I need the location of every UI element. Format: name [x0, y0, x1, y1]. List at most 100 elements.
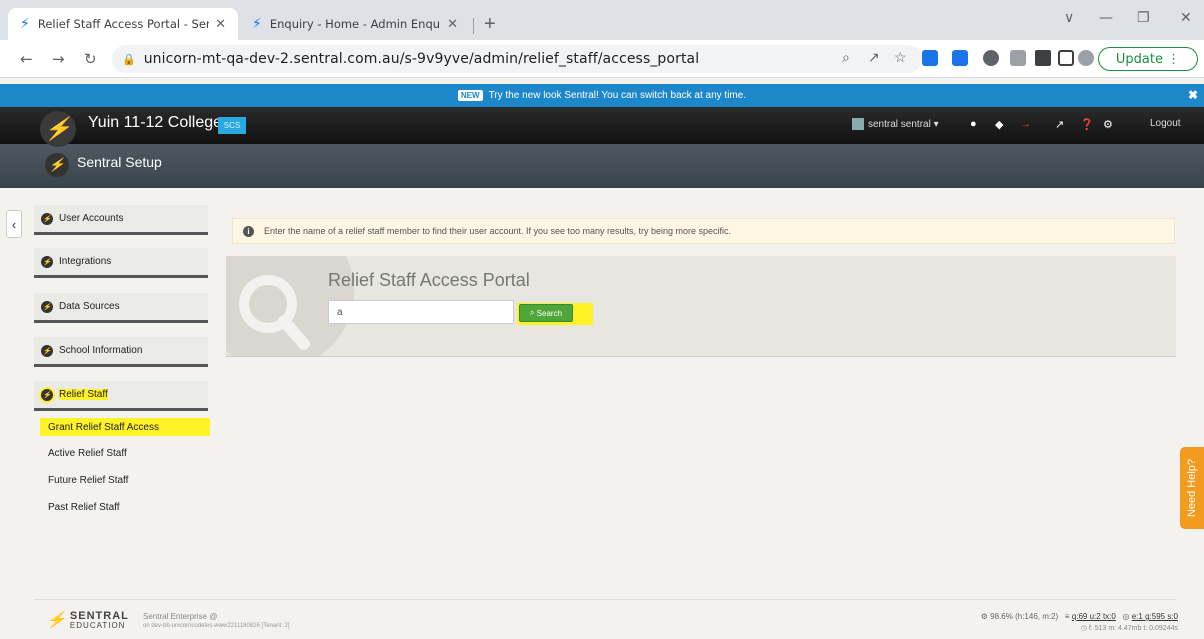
stats-cpu: 98.6%	[990, 612, 1013, 621]
sentral-bullet-icon: ⚡	[41, 344, 53, 357]
minimize-button[interactable]: —	[1099, 10, 1113, 26]
camera-extension-icon[interactable]	[1010, 50, 1026, 66]
zoom-icon[interactable]: ⌕	[842, 49, 850, 66]
sentral-logo[interactable]: ⚡	[40, 111, 76, 147]
user-avatar-icon	[852, 118, 864, 130]
sentral-bullet-icon: ⚡	[41, 212, 53, 225]
cache-icon: ◎	[1122, 612, 1130, 621]
stats-timing: f: 513 m: 4.47mb t: 0.09244s	[1088, 625, 1178, 632]
sentral-mark-icon: ⚡	[46, 612, 66, 629]
chat-icon[interactable]: ●	[970, 118, 977, 130]
sentral-favicon-icon: ⚡	[20, 16, 30, 32]
tab-title: Relief Staff Access Portal - Sentra	[37, 17, 209, 31]
browser-tab-strip: ⚡ Relief Staff Access Portal - Sentra ✕ …	[0, 0, 1204, 40]
footer-server: on dev-bb-unicorncodetes-www2211180826 […	[143, 623, 290, 629]
need-help-label: Need Help?	[1186, 458, 1198, 518]
info-icon: i	[243, 225, 254, 237]
sidebar-item-relief-staff[interactable]: ⚡ Relief Staff	[34, 381, 208, 411]
reload-icon[interactable]: ↻	[84, 50, 97, 68]
announcement-link[interactable]: Try the new look Sentral! You can switch…	[489, 90, 747, 101]
browser-toolbar: ← → ↻ 🔒 unicorn-mt-qa-dev-2.sentral.com.…	[0, 40, 1204, 78]
stats-queries[interactable]: q:69 u:2 tx:0	[1072, 612, 1116, 621]
sentral-bullet-icon: ⚡	[41, 388, 53, 401]
sidebar-item-data-sources[interactable]: ⚡ Data Sources	[34, 293, 208, 323]
database-icon: ≡	[1064, 612, 1070, 621]
close-announcement-icon[interactable]: ✖	[1188, 88, 1198, 102]
new-badge: NEW	[457, 90, 483, 101]
sign-out-alert-icon[interactable]: →	[1020, 118, 1031, 130]
sentral-bullet-icon: ⚡	[41, 300, 53, 313]
extension-icon[interactable]	[922, 50, 938, 66]
browser-tab-enquiry[interactable]: ⚡ Enquiry - Home - Admin Enquiry ✕	[240, 8, 470, 40]
info-message: i Enter the name of a relief staff membe…	[232, 218, 1175, 244]
sidebar-item-label: Integrations	[59, 256, 112, 267]
sidebar-item-label: User Accounts	[59, 213, 124, 224]
extension-icon[interactable]	[983, 50, 999, 66]
section-title: Sentral Setup	[77, 154, 162, 170]
brand-bottom: EDUCATION	[69, 620, 126, 630]
brand-top: SENTRAL	[69, 609, 129, 622]
sidebar-item-label: Data Sources	[59, 301, 120, 312]
school-badge: SCS	[218, 117, 246, 134]
url-text: unicorn-mt-qa-dev-2.sentral.com.au/s-9v9…	[143, 51, 700, 67]
sidebar-link-active-relief-staff[interactable]: Active Relief Staff	[48, 448, 127, 459]
sentral-education-logo: ⚡ SENTRAL EDUCATION	[46, 610, 129, 630]
sidebar-item-user-accounts[interactable]: ⚡ User Accounts	[34, 205, 208, 235]
cog-icon: ⚙	[980, 612, 988, 621]
search-button[interactable]: ⌕ Search	[519, 304, 573, 322]
close-tab-icon[interactable]: ✕	[215, 17, 226, 32]
footer-stats: ⚙ 98.6% (h:146, m:2) ≡ q:69 u:2 tx:0 ◎ e…	[981, 612, 1178, 621]
logout-link[interactable]: Logout	[1150, 118, 1181, 129]
school-name[interactable]: Yuin 11-12 College	[88, 114, 222, 132]
access-portal-panel: Relief Staff Access Portal ⌕ Search	[226, 256, 1176, 357]
search-icon: ⌕	[529, 308, 535, 317]
user-menu[interactable]: sentral sentral ▾	[852, 118, 939, 130]
update-label: Update	[1115, 51, 1163, 67]
close-tab-icon[interactable]: ✕	[447, 17, 458, 32]
puzzle-extensions-icon[interactable]	[1035, 50, 1051, 66]
sentral-favicon-icon: ⚡	[252, 16, 262, 32]
update-button[interactable]: Update ⋮	[1098, 47, 1198, 71]
staff-search-input[interactable]	[328, 300, 514, 324]
back-arrow-icon[interactable]: ←	[20, 50, 33, 68]
close-window-button[interactable]: ✕	[1180, 10, 1192, 26]
info-text: Enter the name of a relief staff member …	[264, 226, 732, 236]
sidebar-link-past-relief-staff[interactable]: Past Relief Staff	[48, 502, 120, 513]
sentral-setup-icon: ⚡	[45, 153, 69, 177]
profile-avatar-icon[interactable]	[1078, 50, 1094, 66]
new-tab-button[interactable]: +	[484, 13, 496, 36]
sentral-bullet-icon: ⚡	[41, 255, 53, 268]
footer-stats-secondary: ◷ f: 513 m: 4.47mb t: 0.09244s	[1081, 624, 1178, 632]
share-icon[interactable]: ↗	[868, 49, 880, 66]
clock-icon: ◷	[1080, 625, 1087, 632]
bookmark-star-icon[interactable]: ☆	[894, 49, 907, 66]
sidebar-item-integrations[interactable]: ⚡ Integrations	[34, 248, 208, 278]
search-label: Search	[536, 308, 563, 318]
collapse-sidebar-button[interactable]: ‹	[6, 210, 22, 238]
tab-separator	[473, 18, 474, 34]
need-help-tab[interactable]: Need Help?	[1180, 447, 1204, 529]
section-header	[0, 144, 1204, 188]
stats-memory: (h:146, m:2)	[1015, 612, 1059, 621]
sidebar-link-future-relief-staff[interactable]: Future Relief Staff	[48, 475, 128, 486]
address-bar[interactable]: 🔒 unicorn-mt-qa-dev-2.sentral.com.au/s-9…	[112, 45, 922, 73]
extension-icon[interactable]	[952, 50, 968, 66]
wand-icon[interactable]: ↗	[1055, 118, 1064, 131]
browser-tab-relief-portal[interactable]: ⚡ Relief Staff Access Portal - Sentra ✕	[8, 8, 238, 40]
portal-title: Relief Staff Access Portal	[328, 270, 530, 290]
restore-button[interactable]: ❐	[1137, 10, 1150, 26]
forward-arrow-icon[interactable]: →	[52, 50, 65, 68]
tab-title: Enquiry - Home - Admin Enquiry	[269, 17, 442, 31]
user-name: sentral sentral	[868, 118, 931, 130]
sidebar-item-school-information[interactable]: ⚡ School Information	[34, 337, 208, 367]
side-panel-icon[interactable]	[1058, 50, 1074, 66]
tab-search-icon[interactable]: ∨	[1064, 10, 1074, 26]
sidebar-item-label: Relief Staff	[59, 389, 108, 400]
help-icon[interactable]: ❓	[1080, 118, 1094, 131]
stats-cache[interactable]: e:1 g:595 s:0	[1132, 612, 1178, 621]
sidebar-item-label: School Information	[59, 345, 143, 356]
footer-divider	[34, 599, 1176, 600]
sidebar-link-grant-relief-staff-access[interactable]: Grant Relief Staff Access	[40, 418, 210, 436]
staff-icon[interactable]: ◆	[995, 118, 1003, 131]
gear-icon[interactable]: ⚙	[1103, 118, 1113, 131]
